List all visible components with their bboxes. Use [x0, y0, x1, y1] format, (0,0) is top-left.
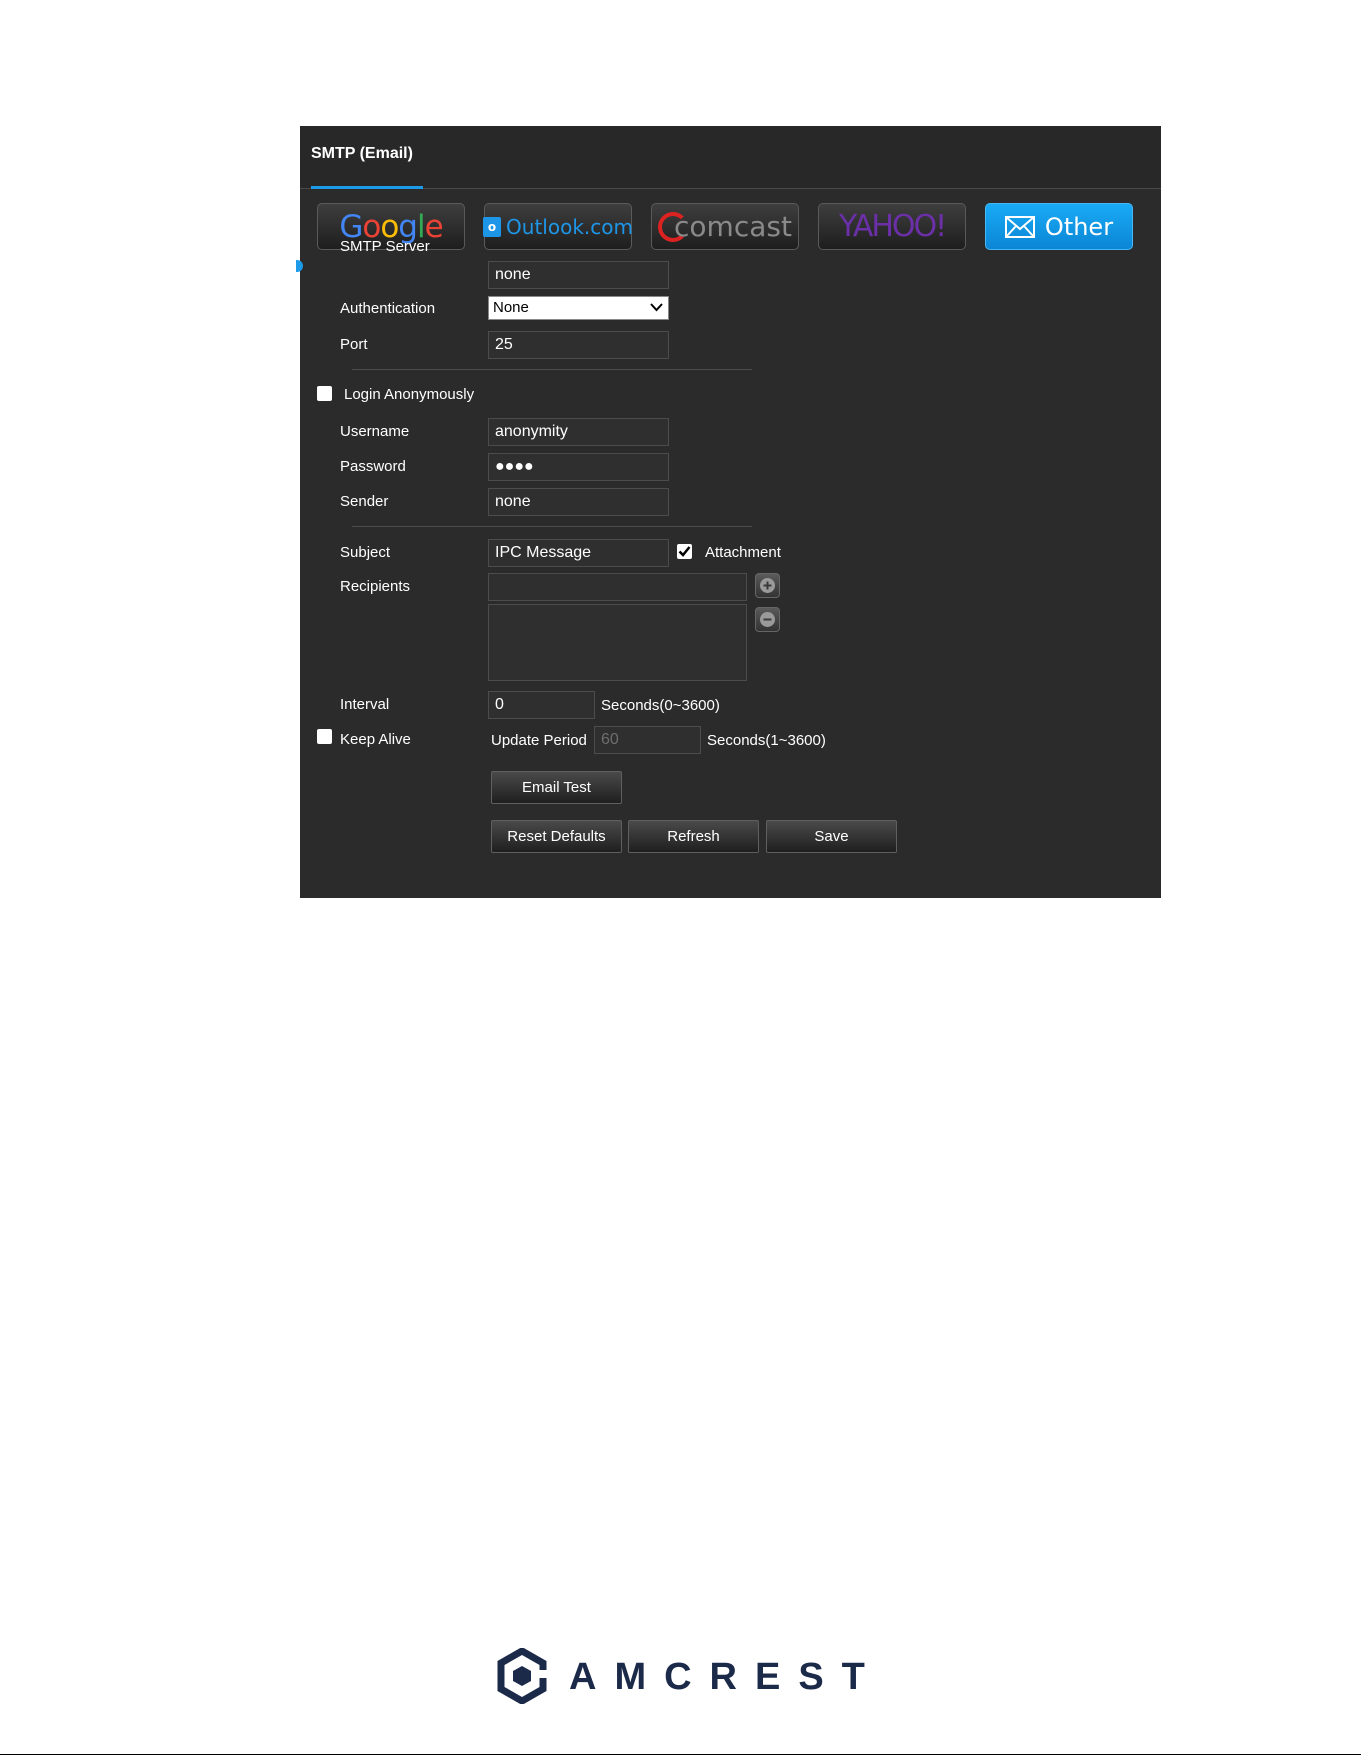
smtp-server-input[interactable]: none: [488, 261, 669, 289]
login-anonymously-checkbox[interactable]: [317, 386, 332, 401]
recipients-list[interactable]: [488, 604, 747, 681]
recipients-input[interactable]: [488, 573, 747, 601]
keep-alive-label: Keep Alive: [340, 731, 411, 748]
authentication-value: None: [493, 299, 529, 316]
comcast-provider-button[interactable]: comcast: [651, 203, 799, 250]
smtp-settings-panel: SMTP (Email) Google o Outlook.com comcas…: [296, 126, 1161, 898]
active-tab-indicator: [311, 186, 423, 189]
other-label: Other: [1044, 212, 1114, 241]
keep-alive-checkbox[interactable]: [317, 729, 332, 744]
hexagon-logo-icon: [497, 1648, 547, 1704]
checkmark-icon: [678, 546, 691, 557]
chevron-down-icon: [650, 303, 663, 312]
yahoo-logo: YAHOO!: [838, 209, 947, 244]
interval-label: Interval: [340, 696, 390, 713]
yahoo-provider-button[interactable]: YAHOO!: [818, 203, 966, 250]
tab-label: SMTP (Email): [311, 145, 413, 162]
footer-rule: [0, 1754, 1361, 1755]
username-input[interactable]: anonymity: [488, 418, 669, 446]
other-provider-button[interactable]: Other: [985, 203, 1133, 250]
update-period-label: Update Period: [491, 732, 587, 749]
attachment-label: Attachment: [705, 544, 781, 561]
authentication-select[interactable]: None: [488, 296, 669, 320]
port-input[interactable]: 25: [488, 331, 669, 359]
username-label: Username: [340, 423, 410, 440]
plus-icon: [760, 578, 775, 593]
add-recipient-button[interactable]: [755, 573, 780, 598]
update-period-unit: Seconds(1~3600): [707, 732, 826, 749]
amcrest-logo: AMCREST: [497, 1648, 865, 1704]
interval-unit: Seconds(0~3600): [601, 697, 720, 714]
recipients-label: Recipients: [340, 578, 411, 595]
outlook-logo: o Outlook.com: [483, 215, 633, 239]
tab-bar: SMTP (Email): [300, 126, 1161, 189]
reset-defaults-button[interactable]: Reset Defaults: [491, 820, 622, 853]
subject-input[interactable]: IPC Message: [488, 539, 669, 567]
other-logo: Other: [1004, 212, 1114, 241]
comcast-label: comcast: [674, 210, 792, 243]
authentication-label: Authentication: [340, 300, 436, 317]
save-button[interactable]: Save: [766, 820, 897, 853]
scroll-indicator: [296, 260, 303, 272]
port-label: Port: [340, 336, 368, 353]
interval-input[interactable]: 0: [488, 691, 595, 719]
password-input[interactable]: ●●●●: [488, 453, 669, 481]
smtp-server-label: SMTP Server: [340, 238, 430, 255]
sender-label: Sender: [340, 493, 389, 510]
update-period-input[interactable]: 60: [594, 726, 701, 754]
comcast-logo: comcast: [658, 210, 792, 243]
refresh-button[interactable]: Refresh: [628, 820, 759, 853]
remove-recipient-button[interactable]: [755, 607, 780, 632]
outlook-label: Outlook.com: [506, 214, 633, 239]
sender-input[interactable]: none: [488, 488, 669, 516]
email-test-button[interactable]: Email Test: [491, 771, 622, 804]
divider: [352, 369, 752, 370]
envelope-icon: [1004, 215, 1035, 238]
minus-icon: [760, 612, 775, 627]
divider: [352, 526, 752, 527]
password-label: Password: [340, 458, 406, 475]
brand-name: AMCREST: [569, 1656, 883, 1698]
login-anonymously-label: Login Anonymously: [344, 386, 475, 403]
tab-smtp-email[interactable]: SMTP (Email): [311, 126, 423, 189]
subject-label: Subject: [340, 544, 391, 561]
outlook-provider-button[interactable]: o Outlook.com: [483, 203, 633, 250]
attachment-checkbox[interactable]: [677, 544, 692, 559]
outlook-icon: o: [483, 216, 502, 237]
